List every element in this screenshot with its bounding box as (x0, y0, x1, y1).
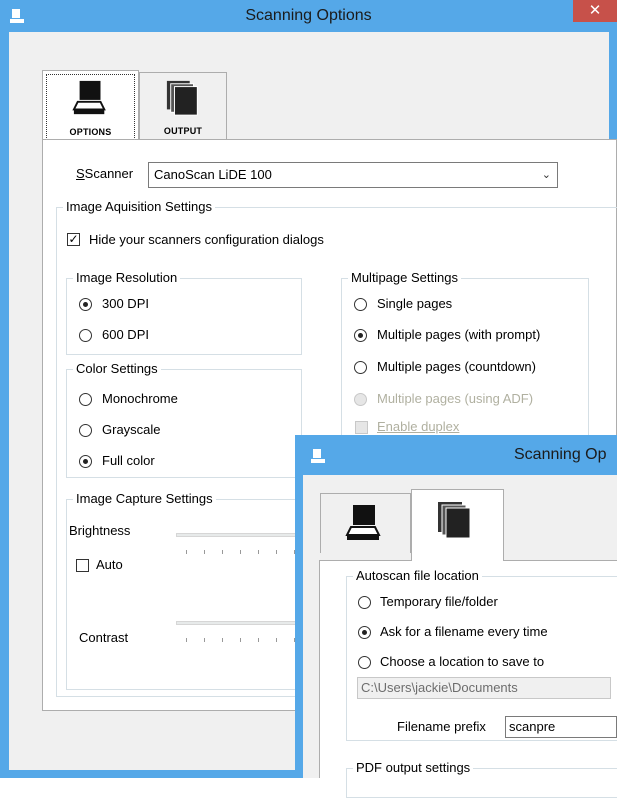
brightness-label: Brightness (69, 523, 131, 538)
hide-dialogs-label: Hide your scanners configuration dialogs (89, 232, 324, 247)
resolution-group-title: Image Resolution (73, 270, 181, 286)
radio-monochrome[interactable] (79, 393, 92, 406)
brightness-slider[interactable] (176, 533, 306, 537)
radio-multiple-countdown[interactable] (354, 361, 367, 374)
scanner-select[interactable]: CanoScan LiDE 100 ⌄ (148, 162, 558, 188)
tab-options-label: OPTIONS (69, 127, 112, 137)
radio-single-pages-label: Single pages (377, 296, 453, 311)
radio-choose-location[interactable] (358, 656, 371, 669)
tab-output[interactable]: OUTPUT (139, 72, 227, 139)
auto-label: Auto (96, 557, 123, 572)
title-bar[interactable]: Scanning Options ✕ (0, 0, 617, 32)
radio-600-dpi-label: 600 DPI (102, 327, 149, 342)
radio-full-color-label: Full color (102, 453, 155, 468)
prefix-input[interactable]: scanpre (505, 716, 617, 738)
output-tab-output[interactable] (411, 489, 504, 561)
radio-ask-filename-label: Ask for a filename every time (380, 624, 548, 639)
radio-single-pages[interactable] (354, 298, 367, 311)
acquisition-group-title: Image Aquisition Settings (63, 199, 215, 215)
radio-temporary[interactable] (358, 596, 371, 609)
scanner-icon (72, 80, 106, 115)
radio-multiple-prompt[interactable] (354, 329, 367, 342)
brightness-ticks (186, 550, 296, 554)
color-group-title: Color Settings (73, 361, 161, 377)
radio-grayscale-label: Grayscale (102, 422, 161, 437)
radio-temporary-label: Temporary file/folder (380, 594, 498, 609)
radio-ask-filename[interactable] (358, 626, 371, 639)
close-button[interactable]: ✕ (573, 0, 617, 22)
contrast-slider[interactable] (176, 621, 306, 625)
duplex-checkbox[interactable] (355, 421, 368, 434)
scanner-icon (345, 505, 381, 540)
radio-600-dpi[interactable] (79, 329, 92, 342)
pages-stack-icon (438, 502, 471, 539)
multipage-group-title: Multipage Settings (348, 270, 461, 286)
scanner-label: SScanner (76, 166, 134, 181)
pdf-group: PDF output settings (346, 760, 617, 798)
radio-multiple-countdown-label: Multiple pages (countdown) (377, 359, 536, 374)
radio-300-dpi-label: 300 DPI (102, 296, 149, 311)
path-input[interactable]: C:\Users\jackie\Documents (357, 677, 611, 699)
radio-300-dpi[interactable] (79, 298, 92, 311)
tab-options[interactable]: OPTIONS (42, 70, 139, 140)
output-window-title: Scanning Op (514, 446, 607, 463)
tab-output-label: OUTPUT (163, 126, 203, 136)
radio-grayscale[interactable] (79, 424, 92, 437)
auto-checkbox[interactable] (76, 559, 89, 572)
prefix-label: Filename prefix (397, 719, 486, 734)
output-title-bar[interactable]: Scanning Op (295, 435, 617, 475)
radio-multiple-adf-label: Multiple pages (using ADF) (377, 391, 534, 406)
autoscan-group-title: Autoscan file location (353, 568, 482, 584)
duplex-label: Enable duplex (377, 419, 460, 434)
radio-monochrome-label: Monochrome (102, 391, 178, 406)
radio-multiple-adf[interactable] (354, 393, 367, 406)
radio-choose-location-label: Choose a location to save to (380, 654, 545, 669)
pdf-group-title: PDF output settings (353, 760, 474, 776)
contrast-label: Contrast (79, 630, 129, 645)
pages-stack-icon (166, 80, 198, 116)
scanner-select-value: CanoScan LiDE 100 (154, 167, 272, 182)
radio-full-color[interactable] (79, 455, 92, 468)
window-title: Scanning Options (245, 7, 372, 24)
scanner-app-icon (311, 449, 325, 463)
chevron-down-icon: ⌄ (541, 169, 551, 181)
capture-group-title: Image Capture Settings (73, 491, 216, 507)
resolution-group: Image Resolution (66, 270, 302, 355)
radio-multiple-prompt-label: Multiple pages (with prompt) (377, 327, 541, 342)
contrast-ticks (186, 638, 296, 642)
output-tab-options[interactable] (320, 493, 411, 553)
hide-dialogs-checkbox[interactable]: ✓ (67, 233, 80, 246)
